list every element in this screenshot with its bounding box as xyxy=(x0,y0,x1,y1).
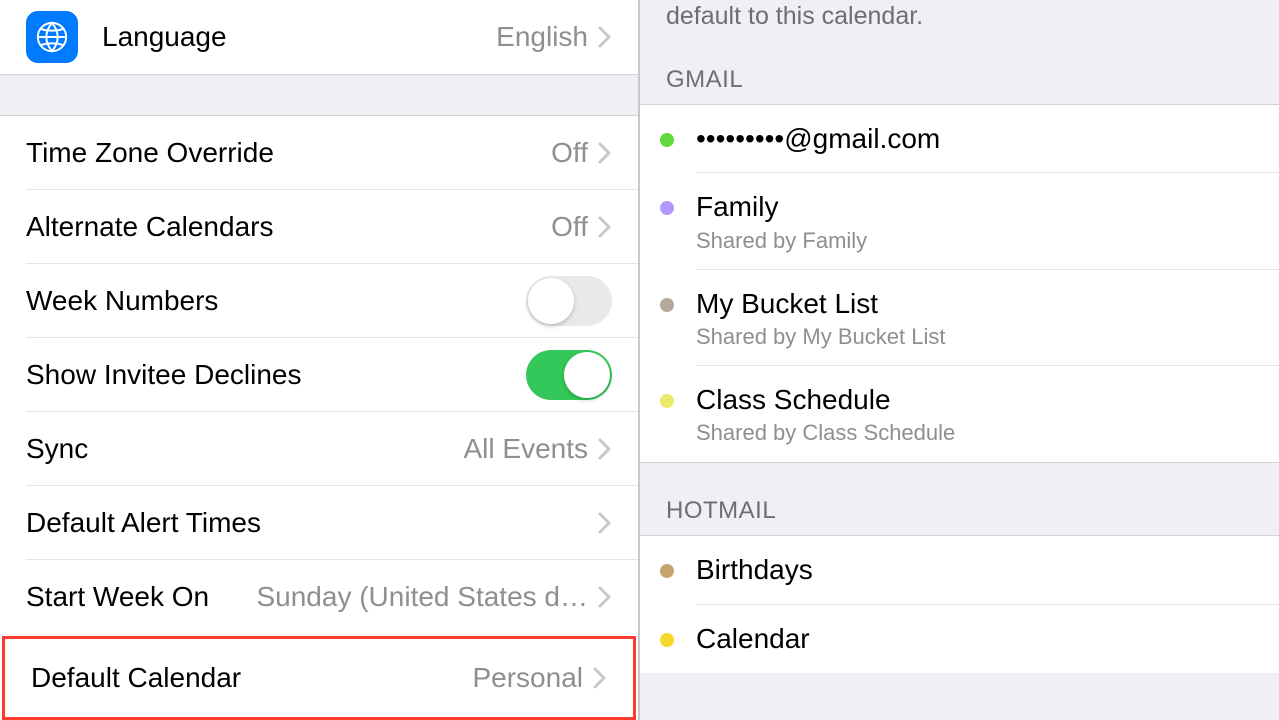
gmail-section-header: GMAIL xyxy=(640,54,1279,104)
calendar-subtitle: Shared by Class Schedule xyxy=(696,420,955,446)
language-row[interactable]: Language English xyxy=(0,0,638,74)
calendar-title: My Bucket List xyxy=(696,286,945,322)
week-numbers-row: Week Numbers xyxy=(0,264,638,338)
calendar-option-class-schedule[interactable]: Class Schedule Shared by Class Schedule xyxy=(640,366,1279,463)
alternate-calendars-value: Off xyxy=(551,211,588,243)
chevron-right-icon xyxy=(598,26,612,48)
settings-left-panel: Language English Time Zone Override Off … xyxy=(0,0,640,720)
calendar-color-dot xyxy=(660,564,674,578)
hotmail-section-header: HOTMAIL xyxy=(640,463,1279,535)
chevron-right-icon xyxy=(598,586,612,608)
sync-value: All Events xyxy=(464,433,589,465)
start-week-on-value: Sunday (United States d… xyxy=(223,581,588,613)
default-calendar-label: Default Calendar xyxy=(31,662,241,694)
chevron-right-icon xyxy=(598,512,612,534)
calendar-color-dot xyxy=(660,133,674,147)
chevron-right-icon xyxy=(598,142,612,164)
calendar-subtitle: Shared by My Bucket List xyxy=(696,324,945,350)
calendar-option-birthdays[interactable]: Birthdays xyxy=(640,535,1279,604)
globe-icon xyxy=(26,11,78,63)
intro-text: default to this calendar. xyxy=(640,0,1279,54)
calendar-title: Family xyxy=(696,189,867,225)
start-week-on-label: Start Week On xyxy=(26,581,209,613)
language-value: English xyxy=(496,21,588,53)
chevron-right-icon xyxy=(593,667,607,689)
start-week-on-row[interactable]: Start Week On Sunday (United States d… xyxy=(0,560,638,634)
calendar-color-dot xyxy=(660,394,674,408)
week-numbers-label: Week Numbers xyxy=(26,285,218,317)
default-calendar-row[interactable]: Default Calendar Personal xyxy=(5,639,633,717)
language-label: Language xyxy=(102,21,227,53)
calendar-color-dot xyxy=(660,298,674,312)
calendar-option-family[interactable]: Family Shared by Family xyxy=(640,173,1279,269)
calendar-title: Birthdays xyxy=(696,552,813,588)
sync-label: Sync xyxy=(26,433,88,465)
default-calendar-value: Personal xyxy=(472,662,583,694)
show-invitee-declines-row: Show Invitee Declines xyxy=(0,338,638,412)
time-zone-override-value: Off xyxy=(551,137,588,169)
chevron-right-icon xyxy=(598,216,612,238)
time-zone-override-row[interactable]: Time Zone Override Off xyxy=(0,116,638,190)
calendar-title: •••••••••@gmail.com xyxy=(696,121,940,157)
calendar-option-calendar[interactable]: Calendar xyxy=(640,605,1279,673)
sync-row[interactable]: Sync All Events xyxy=(0,412,638,486)
alternate-calendars-row[interactable]: Alternate Calendars Off xyxy=(0,190,638,264)
calendar-option-bucket-list[interactable]: My Bucket List Shared by My Bucket List xyxy=(640,270,1279,366)
default-calendar-detail-panel: default to this calendar. GMAIL ••••••••… xyxy=(640,0,1279,720)
calendar-color-dot xyxy=(660,633,674,647)
time-zone-override-label: Time Zone Override xyxy=(26,137,274,169)
calendar-subtitle: Shared by Family xyxy=(696,228,867,254)
calendar-title: Calendar xyxy=(696,621,810,657)
week-numbers-toggle[interactable] xyxy=(526,276,612,326)
default-alert-times-row[interactable]: Default Alert Times xyxy=(0,486,638,560)
chevron-right-icon xyxy=(598,438,612,460)
calendar-title: Class Schedule xyxy=(696,382,955,418)
default-alert-times-label: Default Alert Times xyxy=(26,507,261,539)
section-gap xyxy=(0,74,638,116)
calendar-color-dot xyxy=(660,201,674,215)
show-invitee-declines-label: Show Invitee Declines xyxy=(26,359,301,391)
calendar-option-gmail[interactable]: •••••••••@gmail.com xyxy=(640,104,1279,173)
default-calendar-highlight: Default Calendar Personal xyxy=(2,636,636,720)
alternate-calendars-label: Alternate Calendars xyxy=(26,211,273,243)
show-invitee-declines-toggle[interactable] xyxy=(526,350,612,400)
